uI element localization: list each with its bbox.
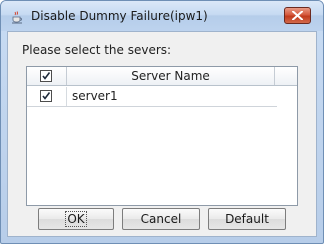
table-header: Server Name — [27, 67, 297, 86]
table-row[interactable]: server1 — [27, 87, 277, 107]
close-button[interactable] — [284, 7, 311, 24]
default-button[interactable]: Default — [208, 208, 286, 230]
server-name-cell: server1 — [72, 89, 118, 103]
checkmark-icon — [42, 72, 51, 80]
cancel-button[interactable]: Cancel — [122, 208, 200, 230]
window-title: Disable Dummy Failure(ipw1) — [31, 9, 208, 23]
ok-button[interactable]: OK — [38, 208, 114, 230]
title-bar[interactable]: Disable Dummy Failure(ipw1) — [1, 1, 323, 31]
server-table: Server Name server1 — [26, 66, 298, 206]
prompt-label: Please select the severs: — [22, 43, 172, 57]
ok-button-label: OK — [65, 211, 87, 227]
row-check-cell[interactable] — [27, 87, 67, 106]
close-icon — [292, 11, 303, 20]
header-check-cell[interactable] — [27, 67, 67, 85]
dialog-content: Please select the severs: Server Name se… — [7, 31, 317, 237]
java-cup-icon — [10, 9, 24, 24]
column-header-server-name[interactable]: Server Name — [67, 67, 275, 85]
row-checkbox[interactable] — [40, 90, 52, 102]
select-all-checkbox[interactable] — [40, 70, 52, 82]
dialog-window: Disable Dummy Failure(ipw1) Please selec… — [0, 0, 324, 244]
checkmark-icon — [42, 92, 51, 100]
